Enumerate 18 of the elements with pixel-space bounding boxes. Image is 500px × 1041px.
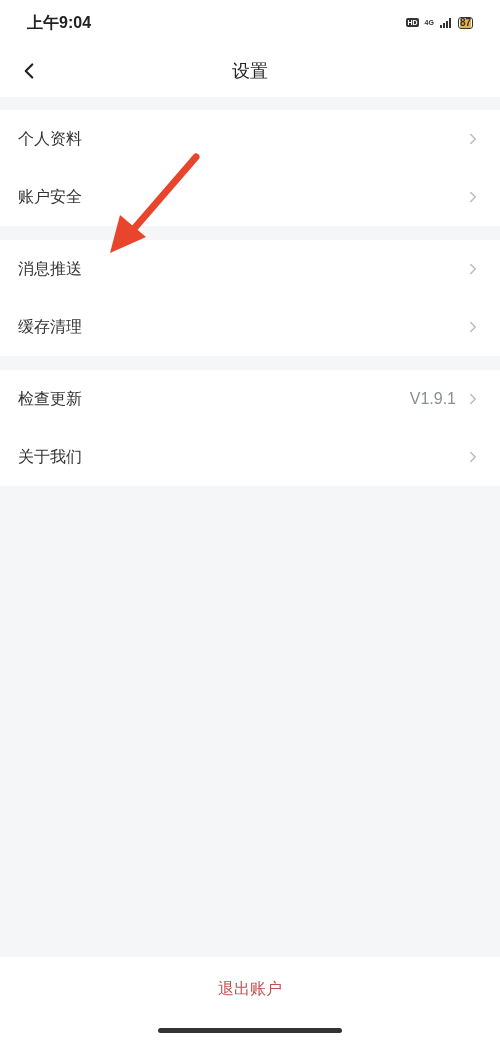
settings-row[interactable]: 个人资料 (0, 110, 500, 168)
settings-row[interactable]: 关于我们 (0, 428, 500, 486)
row-label: 消息推送 (18, 259, 83, 279)
row-label: 账户安全 (18, 187, 83, 207)
settings-row[interactable]: 检查更新 V1.9.1 (0, 370, 500, 428)
version-value: V1.9.1 (409, 389, 456, 409)
page-title: 设置 (232, 59, 268, 83)
row-label: 个人资料 (18, 129, 83, 149)
status-time: 上午9:04 (27, 12, 92, 33)
row-label: 检查更新 (18, 389, 83, 409)
signal-icon (439, 17, 452, 28)
row-label: 关于我们 (18, 447, 83, 467)
settings-row[interactable]: 消息推送 (0, 240, 500, 298)
settings-row[interactable]: 缓存清理 (0, 298, 500, 356)
battery-indicator: 87 (457, 16, 473, 29)
settings-row[interactable]: 账户安全 (0, 168, 500, 226)
row-label: 缓存清理 (18, 317, 83, 337)
logout-button[interactable]: 退出账户 (218, 977, 282, 1001)
